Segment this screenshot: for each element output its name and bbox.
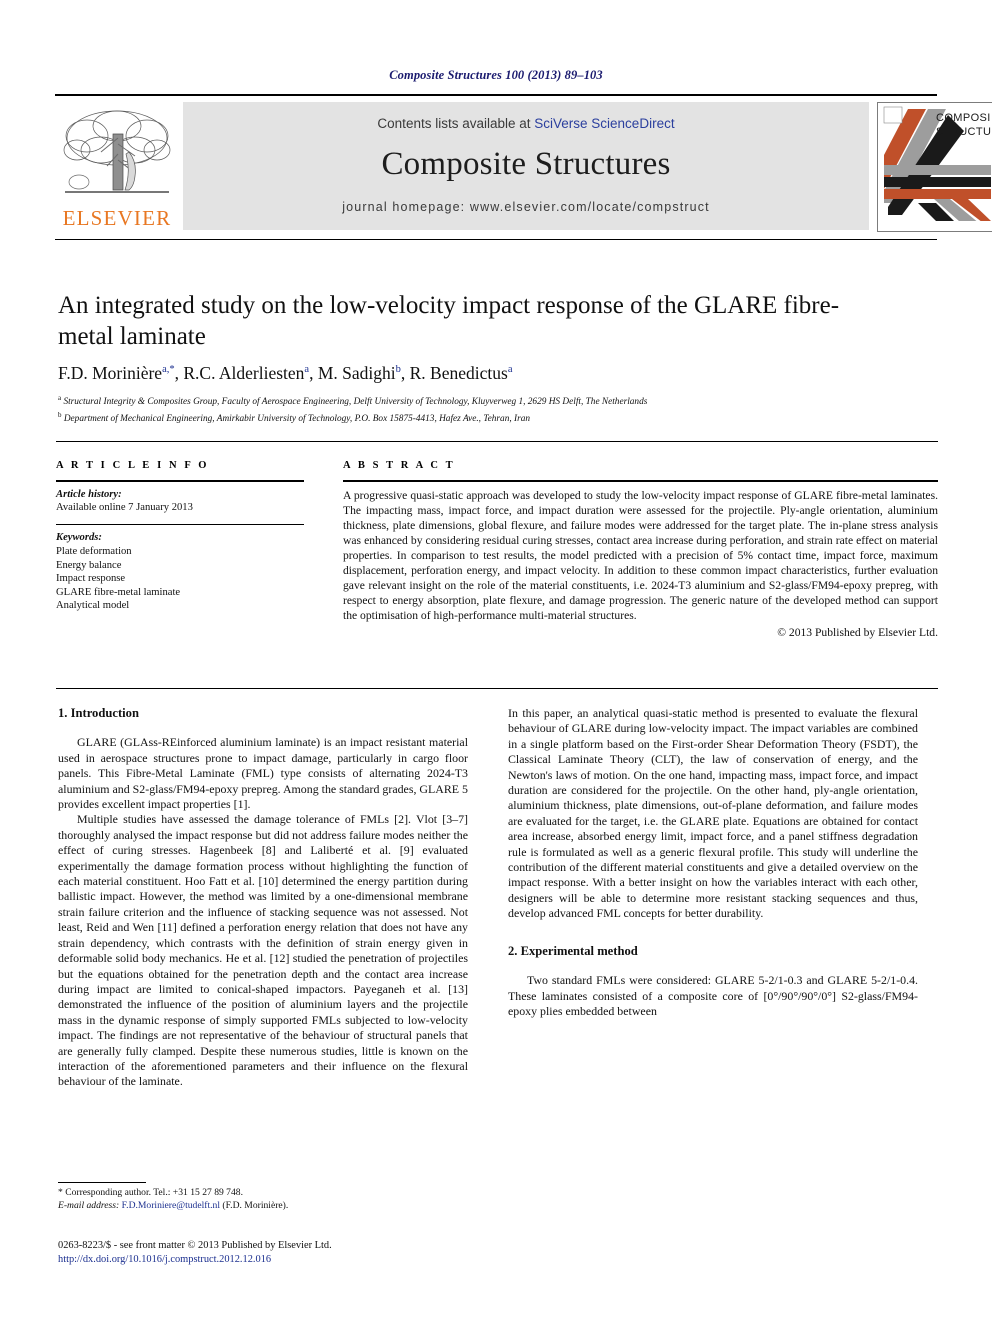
paragraph: In this paper, an analytical quasi-stati… (508, 706, 918, 921)
author-affil-mark: b (395, 364, 401, 376)
author-affil-mark: a (507, 364, 513, 376)
info-top-rule (56, 441, 938, 442)
abstract-copyright: © 2013 Published by Elsevier Ltd. (777, 626, 938, 640)
footnote-star: * (58, 1187, 63, 1198)
paragraph: Multiple studies have assessed the damag… (58, 812, 468, 1089)
footnote-block: * Corresponding author. Tel.: +31 15 27 … (58, 1186, 468, 1212)
elsevier-tree-icon (61, 104, 173, 202)
body-top-rule (56, 688, 938, 689)
body-column-right: In this paper, an analytical quasi-stati… (508, 706, 918, 1019)
keyword-item: Analytical model (56, 600, 130, 612)
abstract-rule (343, 480, 938, 482)
abstract-heading: A B S T R A C T (343, 460, 456, 471)
author-affil-mark: a,* (162, 364, 175, 376)
masthead-bottom-rule (55, 239, 937, 240)
keywords-rule (56, 523, 304, 526)
elsevier-wordmark: ELSEVIER (62, 206, 172, 230)
journal-title: Composite Structures (381, 146, 671, 182)
article-info-heading: A R T I C L E I N F O (56, 460, 210, 471)
journal-masthead: ELSEVIER Contents lists available at Sci… (55, 94, 992, 240)
affiliations: a Structural Integrity & Composites Grou… (58, 392, 928, 425)
contents-available-line: Contents lists available at SciVerse Sci… (183, 116, 869, 131)
section-heading-2: 2. Experimental method (508, 943, 638, 958)
svg-text:COMPOSITE: COMPOSITE (936, 112, 991, 124)
contents-prefix: Contents lists available at (377, 116, 535, 131)
author-list: F.D. Morinièrea,*, R.C. Alderliestena, M… (58, 363, 513, 383)
affiliation-mark-a: a (58, 394, 62, 402)
section-heading-1: 1. Introduction (58, 706, 139, 720)
email-link[interactable]: F.D.Moriniere@tudelft.nl (122, 1200, 220, 1211)
article-info-block: A R T I C L E I N F O Article history: A… (56, 460, 304, 613)
affiliation-a: a Structural Integrity & Composites Grou… (58, 392, 928, 409)
keywords-label: Keywords: (56, 532, 102, 544)
paragraph: Two standard FMLs were considered: GLARE… (508, 973, 918, 1018)
keyword-item: Impact response (56, 573, 126, 585)
footnote-rule (58, 1182, 146, 1183)
article-history-value: Available online 7 January 2013 (56, 502, 193, 514)
elsevier-logo: ELSEVIER (55, 102, 179, 238)
email-note: E-mail address: F.D.Moriniere@tudelft.nl… (58, 1199, 468, 1212)
page-title: An integrated study on the low-velocity … (58, 292, 840, 350)
author-affil-mark: a (304, 364, 310, 376)
masthead-band: Contents lists available at SciVerse Sci… (183, 102, 869, 230)
journal-article-page: Composite Structures 100 (2013) 89–103 E… (0, 0, 992, 1323)
journal-cover-thumbnail: COMPOSITE STRUCTURES (877, 102, 992, 232)
abstract-text: A progressive quasi-static approach was … (343, 488, 938, 623)
issn-copyright-line: 0263-8223/$ - see front matter © 2013 Pu… (58, 1240, 332, 1251)
journal-homepage-link[interactable]: journal homepage: www.elsevier.com/locat… (183, 200, 869, 214)
affiliation-b-text: Department of Mechanical Engineering, Am… (63, 413, 530, 424)
paragraph: GLARE (GLAss-REinforced aluminium lamina… (58, 735, 468, 812)
masthead-top-rule (55, 94, 937, 96)
body-column-left: 1. Introduction GLARE (GLAss-REinforced … (58, 706, 468, 1090)
corresponding-author-note: * Corresponding author. Tel.: +31 15 27 … (58, 1186, 468, 1199)
keyword-item: GLARE fibre-metal laminate (56, 586, 181, 598)
article-history: Article history: Available online 7 Janu… (56, 488, 304, 515)
journal-cover-svg: COMPOSITE STRUCTURES (878, 103, 992, 229)
email-label: E-mail address: (58, 1200, 120, 1211)
svg-text:STRUCTURES: STRUCTURES (936, 126, 991, 138)
article-history-label: Article history: (56, 488, 122, 500)
keyword-item: Plate deformation (56, 545, 132, 557)
abstract-block: A B S T R A C T A progressive quasi-stat… (343, 460, 938, 639)
keywords-block: Keywords: Plate deformation Energy balan… (56, 531, 304, 613)
affiliation-b: b Department of Mechanical Engineering, … (58, 409, 928, 426)
corresponding-author-text: Corresponding author. Tel.: +31 15 27 89… (65, 1187, 243, 1198)
article-info-rule (56, 480, 304, 482)
running-head: Composite Structures 100 (2013) 89–103 (389, 68, 603, 82)
keyword-item: Energy balance (56, 559, 122, 571)
imprint-block: 0263-8223/$ - see front matter © 2013 Pu… (58, 1239, 518, 1267)
affiliation-a-text: Structural Integrity & Composites Group,… (63, 397, 648, 408)
affiliation-mark-b: b (58, 410, 62, 419)
email-owner: (F.D. Morinière). (222, 1200, 289, 1211)
doi-link[interactable]: http://dx.doi.org/10.1016/j.compstruct.2… (58, 1253, 518, 1267)
sciencedirect-link[interactable]: SciVerse ScienceDirect (534, 116, 674, 131)
elsevier-tree-svg (63, 110, 171, 193)
